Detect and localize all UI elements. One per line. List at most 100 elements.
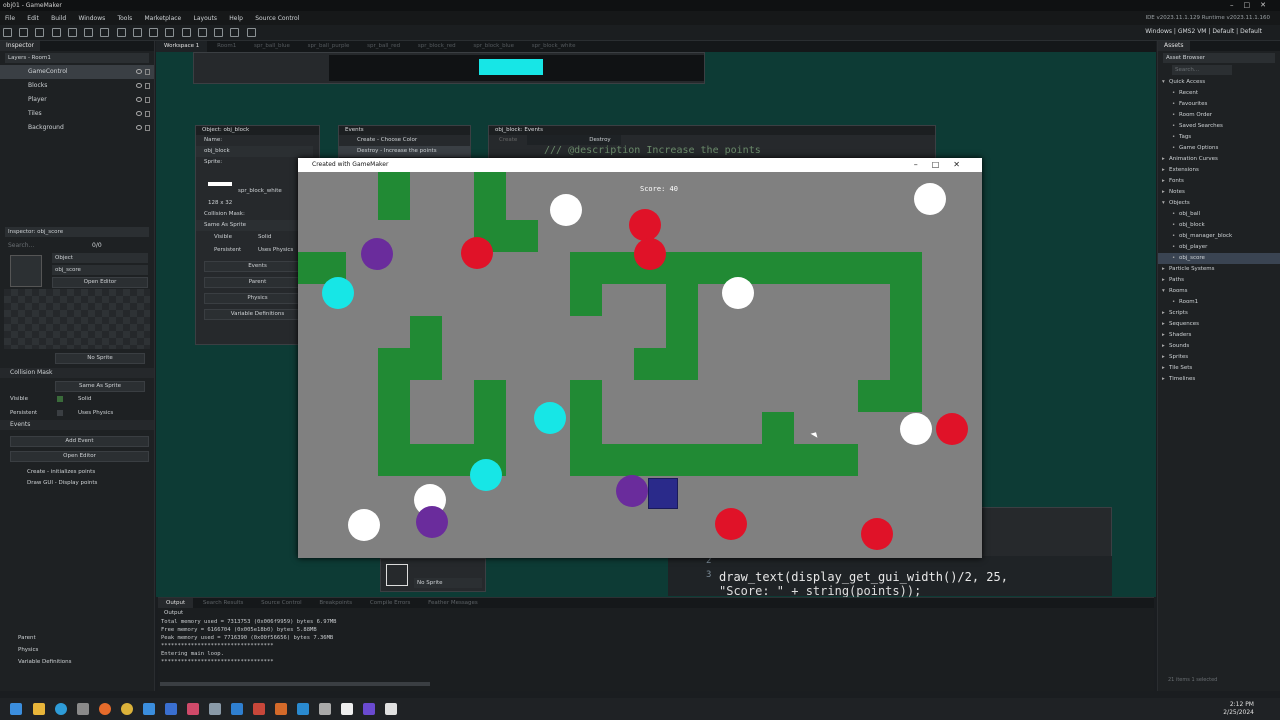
obj-sprite-name[interactable]: spr_block_white bbox=[238, 188, 282, 194]
tab-compile-errors[interactable]: Compile Errors bbox=[362, 598, 419, 608]
asset-tree-item[interactable]: • Tags bbox=[1158, 132, 1280, 143]
asset-tree-item[interactable]: • obj_ball bbox=[1158, 209, 1280, 220]
chevron-right-icon[interactable]: ▸ bbox=[1162, 165, 1169, 176]
chevron-right-icon[interactable]: • bbox=[1172, 132, 1179, 143]
create-exe-icon[interactable] bbox=[149, 28, 159, 37]
tab-spr-block-red[interactable]: spr_block_red bbox=[410, 41, 464, 52]
events-header[interactable]: Events bbox=[0, 420, 154, 430]
chevron-right-icon[interactable]: ▸ bbox=[1162, 341, 1169, 352]
game-area[interactable]: Score: 40 bbox=[298, 172, 982, 558]
chevron-right-icon[interactable]: • bbox=[1172, 242, 1179, 253]
firefox-icon[interactable] bbox=[99, 703, 111, 715]
clean-icon[interactable] bbox=[84, 28, 94, 37]
chevron-right-icon[interactable]: ▸ bbox=[1162, 374, 1169, 385]
asset-tree-item[interactable]: ▸ Animation Curves bbox=[1158, 154, 1280, 165]
menu-layouts[interactable]: Layouts bbox=[189, 12, 223, 26]
layers-dropdown[interactable]: Layers - Room1 bbox=[5, 53, 149, 63]
asset-tree-item[interactable]: ▸ Shaders bbox=[1158, 330, 1280, 341]
obj-parent-button[interactable]: Parent bbox=[204, 277, 311, 288]
system-clock[interactable]: 2:12 PM 2/25/2024 bbox=[1223, 701, 1254, 717]
open-icon[interactable] bbox=[35, 28, 45, 37]
code-window-title[interactable]: obj_block: Events bbox=[489, 126, 935, 135]
layer-background[interactable]: Background bbox=[0, 121, 154, 135]
chevron-right-icon[interactable]: • bbox=[1172, 253, 1179, 264]
tab-assets[interactable]: Assets bbox=[1158, 41, 1190, 51]
settings-icon[interactable] bbox=[181, 28, 191, 37]
chevron-right-icon[interactable]: • bbox=[1172, 220, 1179, 231]
chevron-right-icon[interactable]: • bbox=[1172, 297, 1179, 308]
tab-breakpoints[interactable]: Breakpoints bbox=[311, 598, 360, 608]
zoom-out-icon[interactable] bbox=[197, 28, 207, 37]
menu-help[interactable]: Help bbox=[224, 12, 248, 26]
asset-tree-item[interactable]: ▾ Quick Access bbox=[1158, 77, 1280, 88]
chevron-down-icon[interactable]: ▾ bbox=[1162, 198, 1169, 209]
debug-icon[interactable] bbox=[100, 28, 110, 37]
chevron-right-icon[interactable]: ▸ bbox=[1162, 275, 1169, 286]
asset-tree-item[interactable]: • Game Options bbox=[1158, 143, 1280, 154]
search-input[interactable]: Search... bbox=[8, 242, 34, 249]
object-window-title[interactable]: Object: obj_block bbox=[196, 126, 319, 135]
chevron-right-icon[interactable]: • bbox=[1172, 121, 1179, 132]
asset-tree-item[interactable]: ▸ Sounds bbox=[1158, 341, 1280, 352]
tab-room1[interactable]: Room1 bbox=[209, 41, 244, 52]
eye-icon[interactable] bbox=[136, 111, 142, 116]
menu-edit[interactable]: Edit bbox=[22, 12, 44, 26]
app-icon[interactable] bbox=[231, 703, 243, 715]
persistent-checkbox[interactable] bbox=[57, 410, 63, 416]
open-editor-button-2[interactable]: Open Editor bbox=[10, 451, 149, 462]
tab-source-control[interactable]: Source Control bbox=[253, 598, 310, 608]
asset-tree-item[interactable]: • Favourites bbox=[1158, 99, 1280, 110]
chevron-right-icon[interactable]: ▸ bbox=[1162, 187, 1169, 198]
menu-tools[interactable]: Tools bbox=[112, 12, 137, 26]
code-text-area[interactable]: 2 3 draw_text(display_get_gui_width()/2, … bbox=[668, 556, 1112, 598]
event-item-create[interactable]: Create - Choose Color bbox=[339, 135, 470, 146]
asset-tree-item[interactable]: • obj_block bbox=[1158, 220, 1280, 231]
target-icon[interactable] bbox=[165, 28, 175, 37]
app-icon[interactable] bbox=[319, 703, 331, 715]
asset-tree-item[interactable]: • Room Order bbox=[1158, 110, 1280, 121]
app-icon[interactable] bbox=[253, 703, 265, 715]
code-tab-create[interactable]: Create bbox=[489, 135, 527, 145]
grid-icon[interactable] bbox=[246, 28, 256, 37]
tab-spr-ball-purple[interactable]: spr_ball_purple bbox=[300, 41, 358, 52]
asset-search-input[interactable]: Search... bbox=[1172, 65, 1232, 75]
tab-feather-messages[interactable]: Feather Messages bbox=[420, 598, 486, 608]
window-controls[interactable]: –□✕ bbox=[1230, 0, 1276, 11]
asset-tree-item[interactable]: ▸ Tile Sets bbox=[1158, 363, 1280, 374]
asset-tree-item[interactable]: • obj_manager_block bbox=[1158, 231, 1280, 242]
home-icon[interactable] bbox=[3, 28, 12, 37]
asset-tree-item[interactable]: • Saved Searches bbox=[1158, 121, 1280, 132]
asset-tree-item[interactable]: ▸ Notes bbox=[1158, 187, 1280, 198]
tab-search-results[interactable]: Search Results bbox=[195, 598, 252, 608]
new-icon[interactable] bbox=[19, 28, 29, 37]
eye-icon[interactable] bbox=[136, 69, 142, 74]
asset-tree-item[interactable]: ▾ Rooms bbox=[1158, 286, 1280, 297]
event-draw-gui[interactable]: Draw GUI - Display points bbox=[0, 478, 154, 489]
app-icon[interactable] bbox=[143, 703, 155, 715]
tab-workspace[interactable]: Workspace 1 bbox=[156, 41, 208, 52]
visible-checkbox[interactable] bbox=[57, 396, 63, 402]
file-explorer-icon[interactable] bbox=[33, 703, 45, 715]
asset-tree-item[interactable]: • Room1 bbox=[1158, 297, 1280, 308]
stop-icon[interactable] bbox=[132, 28, 142, 37]
asset-tree-item[interactable]: • obj_player bbox=[1158, 242, 1280, 253]
chevron-down-icon[interactable]: ▾ bbox=[1162, 77, 1169, 88]
variable-definitions-section[interactable]: Variable Definitions bbox=[0, 656, 155, 668]
run-icon[interactable] bbox=[116, 28, 126, 37]
asset-tree-item[interactable]: ▸ Extensions bbox=[1158, 165, 1280, 176]
chevron-right-icon[interactable]: • bbox=[1172, 110, 1179, 121]
layer-blocks[interactable]: Blocks bbox=[0, 79, 154, 93]
parent-section[interactable]: Parent bbox=[0, 632, 155, 644]
chevron-right-icon[interactable]: ▸ bbox=[1162, 363, 1169, 374]
menu-build[interactable]: Build bbox=[46, 12, 71, 26]
add-event-button[interactable]: Add Event bbox=[10, 436, 149, 447]
tab-inspector[interactable]: Inspector bbox=[0, 41, 40, 51]
app-icon[interactable] bbox=[165, 703, 177, 715]
chrome-icon[interactable] bbox=[121, 703, 133, 715]
chevron-right-icon[interactable]: • bbox=[1172, 99, 1179, 110]
edge-icon[interactable] bbox=[55, 703, 67, 715]
start-icon[interactable] bbox=[10, 703, 22, 715]
events-window-title[interactable]: Events bbox=[339, 126, 470, 135]
mask-dropdown[interactable]: Same As Sprite bbox=[55, 381, 145, 392]
chevron-right-icon[interactable]: • bbox=[1172, 143, 1179, 154]
